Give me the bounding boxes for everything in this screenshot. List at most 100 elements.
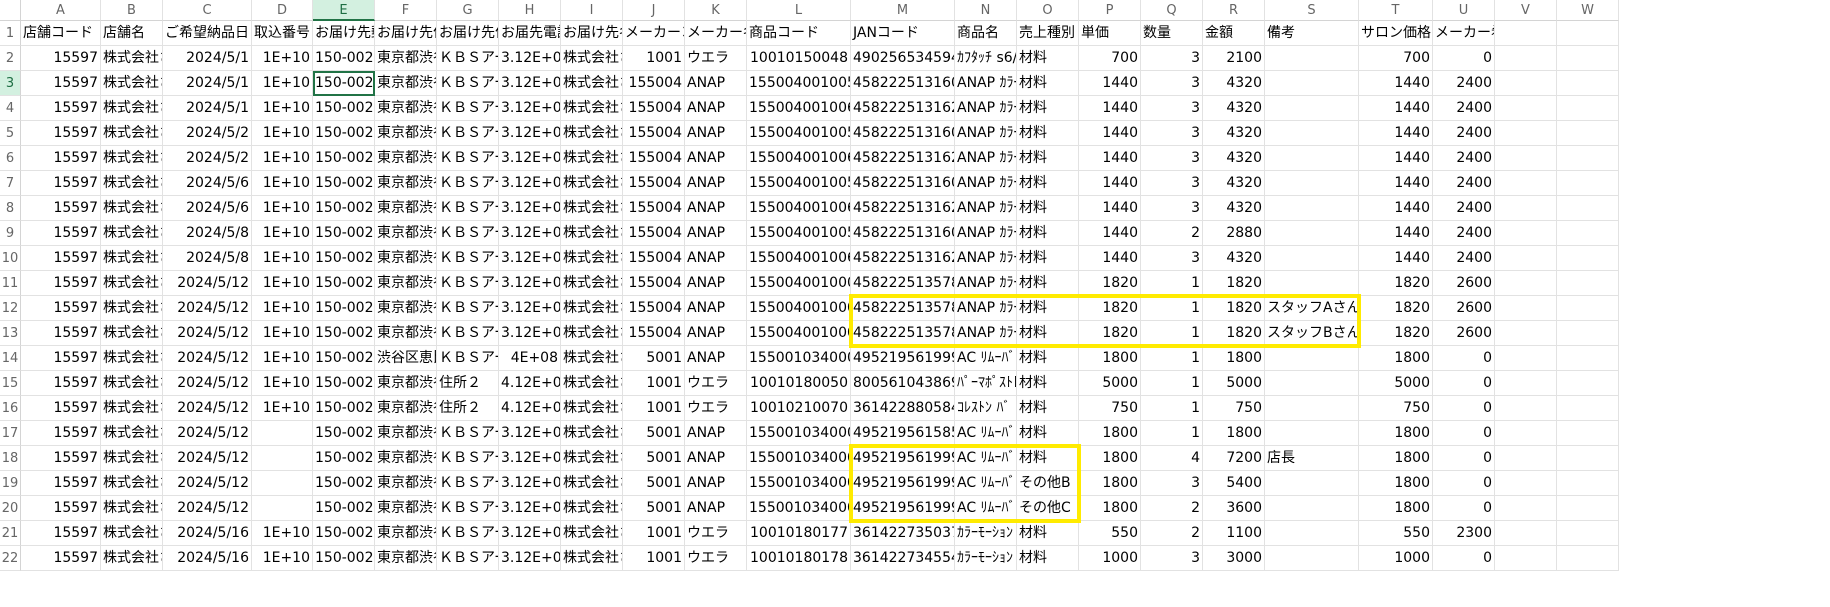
data-cell[interactable]: [1265, 521, 1359, 546]
data-cell[interactable]: 3: [1141, 171, 1203, 196]
data-cell[interactable]: 15597: [21, 321, 101, 346]
data-cell[interactable]: [1265, 471, 1359, 496]
data-cell[interactable]: 1440: [1079, 146, 1141, 171]
data-cell[interactable]: 155004: [623, 146, 685, 171]
data-cell[interactable]: 2400: [1433, 121, 1495, 146]
data-cell[interactable]: 4582225131609: [851, 221, 955, 246]
data-cell[interactable]: 3.12E+08: [499, 496, 561, 521]
data-cell[interactable]: 株式会社さ: [561, 221, 623, 246]
row-header[interactable]: 7: [0, 171, 21, 196]
data-cell[interactable]: 1550040010006: [747, 321, 851, 346]
data-cell[interactable]: 1550040010059: [747, 121, 851, 146]
column-header-a[interactable]: A: [21, 0, 101, 21]
data-cell[interactable]: 2: [1141, 521, 1203, 546]
data-cell[interactable]: 1550010340001: [747, 496, 851, 521]
data-cell[interactable]: [1265, 46, 1359, 71]
column-header-o[interactable]: O: [1017, 0, 1079, 21]
column-title-cell[interactable]: 金額: [1203, 21, 1265, 46]
data-cell[interactable]: 1E+10: [252, 296, 313, 321]
data-cell[interactable]: 150-0021: [313, 321, 375, 346]
data-cell[interactable]: [1495, 446, 1557, 471]
data-cell[interactable]: 4320: [1203, 146, 1265, 171]
data-cell[interactable]: [1557, 471, 1619, 496]
data-cell[interactable]: 株式会社さ: [101, 46, 163, 71]
data-cell[interactable]: 2: [1141, 496, 1203, 521]
data-cell[interactable]: 1440: [1359, 196, 1433, 221]
data-cell[interactable]: ANAP ｶﾗｰ: [955, 96, 1017, 121]
data-cell[interactable]: 3600: [1203, 496, 1265, 521]
data-cell[interactable]: 1550040010060: [747, 246, 851, 271]
data-cell[interactable]: ANAP: [685, 246, 747, 271]
data-cell[interactable]: 材料: [1017, 321, 1079, 346]
data-cell[interactable]: 15597: [21, 546, 101, 571]
data-cell[interactable]: 1: [1141, 321, 1203, 346]
data-cell[interactable]: 155004: [623, 296, 685, 321]
data-cell[interactable]: [1495, 71, 1557, 96]
data-cell[interactable]: 1550040010059: [747, 171, 851, 196]
data-cell[interactable]: [1495, 146, 1557, 171]
data-cell[interactable]: 1E+10: [252, 196, 313, 221]
data-cell[interactable]: 3.12E+08: [499, 271, 561, 296]
data-cell[interactable]: 2400: [1433, 196, 1495, 221]
data-cell[interactable]: 3.12E+08: [499, 546, 561, 571]
data-cell[interactable]: 株式会社さ: [101, 196, 163, 221]
data-cell[interactable]: [1495, 471, 1557, 496]
data-cell[interactable]: 3.12E+08: [499, 221, 561, 246]
column-header-n[interactable]: N: [955, 0, 1017, 21]
data-cell[interactable]: [1265, 546, 1359, 571]
data-cell[interactable]: 1440: [1079, 96, 1141, 121]
data-cell[interactable]: 1000: [1079, 546, 1141, 571]
data-cell[interactable]: 155004: [623, 171, 685, 196]
data-cell[interactable]: 材料: [1017, 221, 1079, 246]
row-header[interactable]: 18: [0, 446, 21, 471]
row-header[interactable]: 9: [0, 221, 21, 246]
data-cell[interactable]: 4582225131623: [851, 96, 955, 121]
data-cell[interactable]: 15597: [21, 96, 101, 121]
data-cell[interactable]: 東京都渋谷: [375, 96, 437, 121]
data-cell[interactable]: 2400: [1433, 146, 1495, 171]
data-cell[interactable]: 5001: [623, 471, 685, 496]
data-cell[interactable]: 2400: [1433, 171, 1495, 196]
data-cell[interactable]: ANAP: [685, 321, 747, 346]
data-cell[interactable]: ANAP ｶﾗｰ: [955, 271, 1017, 296]
data-cell[interactable]: 1800: [1079, 346, 1141, 371]
select-all-corner[interactable]: [0, 0, 21, 21]
data-cell[interactable]: 材料: [1017, 121, 1079, 146]
data-cell[interactable]: 材料: [1017, 96, 1079, 121]
data-cell[interactable]: 3: [1141, 71, 1203, 96]
data-cell[interactable]: [1495, 521, 1557, 546]
data-cell[interactable]: 1440: [1359, 71, 1433, 96]
data-cell[interactable]: [1265, 96, 1359, 121]
data-cell[interactable]: 株式会社さ: [561, 121, 623, 146]
data-cell[interactable]: ANAP: [685, 446, 747, 471]
data-cell[interactable]: 15597: [21, 296, 101, 321]
data-cell[interactable]: 1001: [623, 396, 685, 421]
data-cell[interactable]: 15597: [21, 221, 101, 246]
data-cell[interactable]: [1557, 346, 1619, 371]
data-cell[interactable]: [1265, 171, 1359, 196]
data-cell[interactable]: 渋谷区恵比: [375, 346, 437, 371]
data-cell[interactable]: 東京都渋谷: [375, 46, 437, 71]
data-cell[interactable]: 東京都渋谷: [375, 371, 437, 396]
data-cell[interactable]: 4952195619999: [851, 496, 955, 521]
data-cell[interactable]: 1440: [1079, 171, 1141, 196]
data-cell[interactable]: ＫＢＳアー: [437, 171, 499, 196]
data-cell[interactable]: ＫＢＳアー: [437, 271, 499, 296]
data-cell[interactable]: 東京都渋谷: [375, 146, 437, 171]
data-cell[interactable]: [1557, 396, 1619, 421]
data-cell[interactable]: 3.12E+08: [499, 321, 561, 346]
data-cell[interactable]: [252, 421, 313, 446]
data-cell[interactable]: [1557, 46, 1619, 71]
data-cell[interactable]: 150-0021: [313, 446, 375, 471]
data-cell[interactable]: 5000: [1203, 371, 1265, 396]
data-cell[interactable]: 4952195619999: [851, 471, 955, 496]
data-cell[interactable]: 1E+10: [252, 96, 313, 121]
data-cell[interactable]: 2: [1141, 221, 1203, 246]
column-header-e[interactable]: E: [313, 0, 375, 21]
data-cell[interactable]: 東京都渋谷: [375, 521, 437, 546]
data-cell[interactable]: 3.12E+08: [499, 71, 561, 96]
data-cell[interactable]: ＫＢＳアー: [437, 346, 499, 371]
data-cell[interactable]: [1495, 296, 1557, 321]
data-cell[interactable]: ＫＢＳアー: [437, 471, 499, 496]
data-cell[interactable]: 住所２: [437, 396, 499, 421]
